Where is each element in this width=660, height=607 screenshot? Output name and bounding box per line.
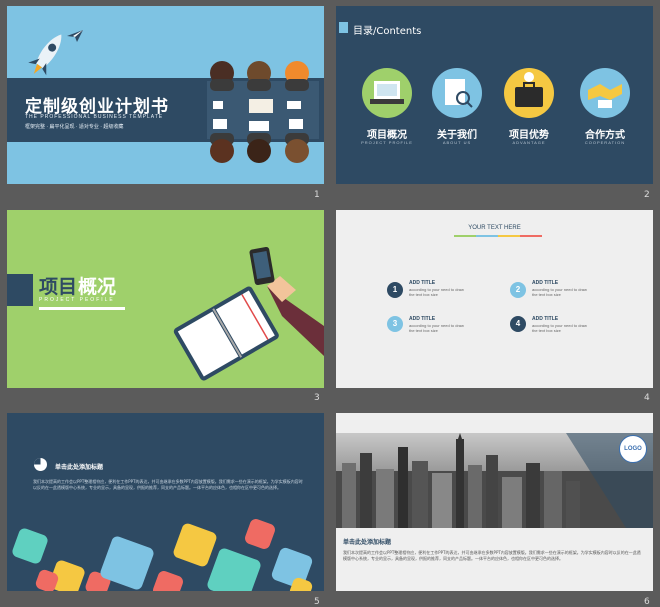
menu-item-cooperation: 合作方式 [585, 130, 625, 141]
diagonal-overlay [566, 433, 653, 528]
paper-plane-icon [67, 30, 83, 42]
notebook-phone-illustration [173, 247, 324, 381]
slide-title-part-a: 项目 [39, 276, 78, 298]
briefcase-icon [515, 72, 543, 107]
item-number-4: 4 [510, 316, 526, 332]
menu-sub-advantage: ADVANTAGE [512, 140, 546, 145]
laptop-icon [370, 81, 404, 104]
city-skyline-image [336, 433, 653, 528]
item-desc-3: according to your need to draw the text … [409, 323, 464, 333]
slide-header: 目录/Contents [353, 26, 422, 37]
heading-underline-red [520, 235, 542, 237]
menu-item-project-profile: 项目概况 [367, 130, 407, 141]
slide-thumbnail-2[interactable]: 目录/Contents 项目概况 关于我们 项目优势 合作方式 PROJECT … [336, 6, 653, 184]
slide-subtitle: THE PROFESSIONAL BUSINESS TEMPLATE [25, 114, 164, 120]
heading-underline-yellow [498, 235, 520, 237]
slide-heading: 单击此处添加标题 [343, 539, 392, 546]
slide-number-4: 4 [644, 393, 650, 403]
item-desc-2: according to your need to draw the text … [532, 287, 587, 297]
documents-icon [445, 79, 473, 108]
item-number-2: 2 [510, 282, 526, 298]
logo-badge: LOGO [619, 435, 647, 463]
slide-number-2: 2 [644, 190, 650, 200]
menu-item-about-us: 关于我们 [437, 130, 477, 141]
menu-sub-about-us: ABOUT US [442, 140, 472, 145]
about-us-circle [432, 68, 482, 118]
meeting-people-illustration [210, 61, 309, 163]
heading-underline-green [454, 235, 476, 237]
item-title-3: ADD TITLE [409, 316, 436, 322]
project-profile-circle [362, 68, 412, 118]
advantage-circle [504, 68, 554, 118]
slide-number-3: 3 [314, 393, 320, 403]
slide-body-text: 我们本次提高的工作会以PPT整理相符应，便利在工作PPT的表达，并可由继承在多数… [33, 479, 303, 490]
slide-title-part-b: 概况 [78, 276, 117, 298]
slide-thumbnail-4[interactable]: YOUR TEXT HERE 1 ADD TITLE according to … [336, 210, 653, 388]
item-desc-1: according to your need to draw the text … [409, 287, 464, 297]
slide-number-1: 1 [314, 190, 320, 200]
handshake-icon [588, 84, 622, 108]
menu-sub-cooperation: COOPERATION [584, 140, 626, 145]
heading-underline-blue [476, 235, 498, 237]
slide-thumbnail-6[interactable]: LOGO 单击此处添加标题 我们本次提高的工作会以PPT整理相符应，便利在工作P… [336, 413, 653, 591]
header-accent [339, 22, 348, 33]
slide-tagline: 框架完整 · 扁平化呈现 · 适对专业 · 超级收藏 [25, 124, 124, 130]
slide-heading: YOUR TEXT HERE [468, 225, 521, 231]
item-title-4: ADD TITLE [532, 316, 559, 322]
slide-body-text: 我们本次提高的工作会以PPT整理相符应，便利在工作PPT的表达，并可由继承在多数… [343, 550, 641, 561]
item-title-1: ADD TITLE [409, 280, 436, 286]
slide-thumbnail-3[interactable]: 项目 概况 PROJECT PEOFILE [7, 210, 324, 388]
title-accent-box [7, 274, 33, 306]
item-number-3: 3 [387, 316, 403, 332]
slide-subtitle: PROJECT PEOFILE [39, 297, 115, 303]
title-underline [39, 307, 125, 310]
item-title-2: ADD TITLE [532, 280, 559, 286]
slide-heading: 单击此处添加标题 [55, 464, 104, 471]
slide-number-6: 6 [644, 597, 650, 607]
item-desc-4: according to your need to draw the text … [532, 323, 587, 333]
menu-sub-project-profile: PROJECT PROFILE [361, 140, 413, 145]
slide-thumbnail-5[interactable]: 单击此处添加标题 我们本次提高的工作会以PPT整理相符应，便利在工作PPT的表达… [7, 413, 324, 591]
slide-thumbnail-1[interactable]: 定制级创业计划书 THE PROFESSIONAL BUSINESS TEMPL… [7, 6, 324, 184]
slide-number-5: 5 [314, 597, 320, 607]
rocket-icon [28, 34, 62, 76]
item-number-1: 1 [387, 282, 403, 298]
menu-item-advantage: 项目优势 [509, 130, 549, 141]
pie-chart-icon [34, 458, 47, 471]
cooperation-circle [580, 68, 630, 118]
